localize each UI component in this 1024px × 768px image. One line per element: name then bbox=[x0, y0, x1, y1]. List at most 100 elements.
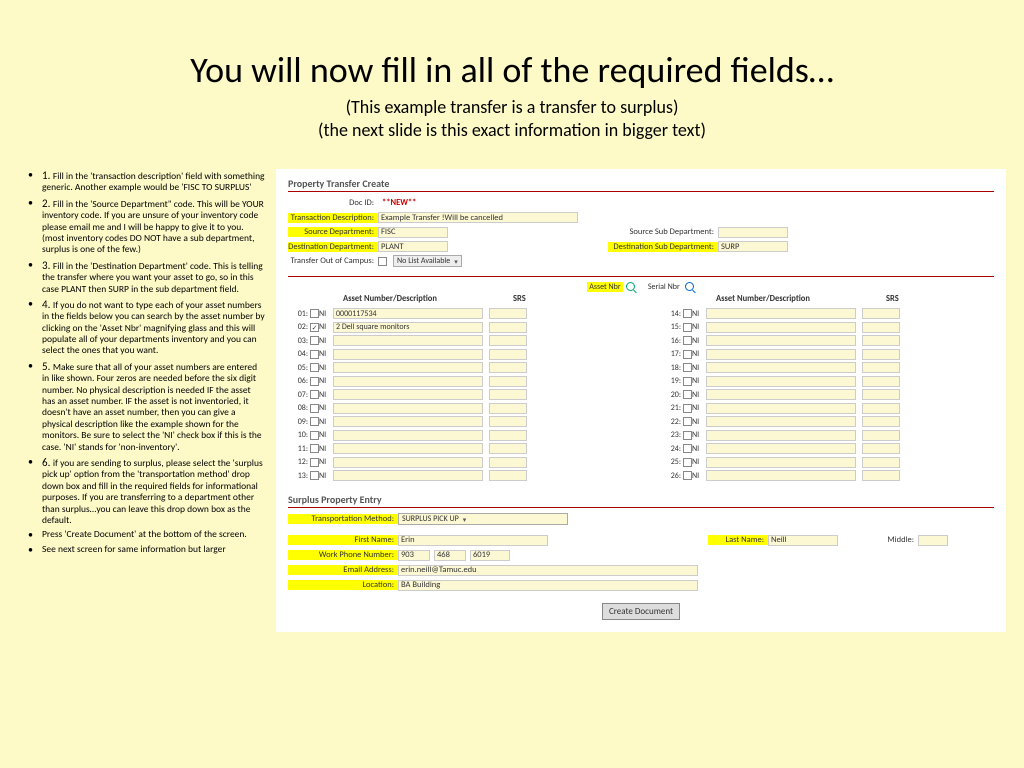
ni-checkbox[interactable] bbox=[310, 404, 319, 413]
ni-checkbox[interactable] bbox=[683, 444, 692, 453]
row-number: 04: bbox=[288, 349, 310, 359]
asset-input[interactable] bbox=[706, 416, 856, 427]
srs-input[interactable] bbox=[862, 416, 900, 427]
asset-input[interactable] bbox=[333, 389, 483, 400]
srs-input[interactable] bbox=[489, 322, 527, 333]
ni-checkbox[interactable] bbox=[310, 363, 319, 372]
srs-input[interactable] bbox=[489, 362, 527, 373]
create-document-button[interactable]: Create Document bbox=[602, 603, 680, 620]
srs-input[interactable] bbox=[862, 470, 900, 481]
asset-input[interactable] bbox=[333, 416, 483, 427]
srs-input[interactable] bbox=[862, 376, 900, 387]
srs-input[interactable] bbox=[862, 430, 900, 441]
phone-prefix-input[interactable]: 468 bbox=[434, 550, 466, 561]
ni-checkbox[interactable] bbox=[683, 323, 692, 332]
asset-input[interactable]: 2 Dell square monitors bbox=[333, 322, 483, 333]
srs-input[interactable] bbox=[862, 335, 900, 346]
srs-input[interactable] bbox=[489, 389, 527, 400]
srs-input[interactable] bbox=[489, 349, 527, 360]
phone-line-input[interactable]: 6019 bbox=[470, 550, 510, 561]
ni-checkbox[interactable] bbox=[683, 417, 692, 426]
ni-checkbox[interactable] bbox=[683, 336, 692, 345]
email-input[interactable]: erin.neill@Tamuc.edu bbox=[398, 565, 698, 576]
transfer-out-checkbox[interactable] bbox=[378, 257, 387, 266]
asset-input[interactable] bbox=[706, 362, 856, 373]
ni-checkbox[interactable] bbox=[683, 431, 692, 440]
ni-checkbox[interactable] bbox=[683, 309, 692, 318]
asset-input[interactable] bbox=[333, 362, 483, 373]
ni-checkbox[interactable] bbox=[683, 471, 692, 480]
asset-input[interactable] bbox=[333, 443, 483, 454]
location-input[interactable]: BA Building bbox=[398, 580, 698, 591]
asset-input[interactable] bbox=[706, 376, 856, 387]
search-icon[interactable] bbox=[626, 282, 635, 291]
asset-input[interactable] bbox=[333, 349, 483, 360]
ni-checkbox[interactable] bbox=[310, 377, 319, 386]
ni-checkbox[interactable] bbox=[683, 390, 692, 399]
asset-input[interactable] bbox=[706, 335, 856, 346]
srs-input[interactable] bbox=[489, 443, 527, 454]
asset-input[interactable] bbox=[333, 376, 483, 387]
last-name-input[interactable]: Neill bbox=[768, 535, 838, 546]
srs-input[interactable] bbox=[489, 403, 527, 414]
trans-desc-input[interactable]: Example Transfer !Will be cancelled bbox=[378, 212, 578, 223]
ni-checkbox[interactable] bbox=[310, 336, 319, 345]
ni-checkbox[interactable] bbox=[310, 431, 319, 440]
ni-checkbox[interactable] bbox=[683, 377, 692, 386]
srs-input[interactable] bbox=[489, 430, 527, 441]
srs-input[interactable] bbox=[862, 322, 900, 333]
ni-checkbox[interactable] bbox=[310, 350, 319, 359]
middle-input[interactable] bbox=[918, 535, 948, 546]
asset-input[interactable] bbox=[706, 443, 856, 454]
asset-input[interactable]: 0000117534 bbox=[333, 308, 483, 319]
ni-checkbox[interactable] bbox=[310, 471, 319, 480]
asset-input[interactable] bbox=[706, 322, 856, 333]
ni-checkbox[interactable]: ✓ bbox=[310, 323, 319, 332]
ni-checkbox[interactable] bbox=[310, 444, 319, 453]
srs-input[interactable] bbox=[862, 308, 900, 319]
asset-input[interactable] bbox=[706, 308, 856, 319]
srs-input[interactable] bbox=[862, 443, 900, 454]
transport-select[interactable]: SURPLUS PICK UP bbox=[398, 513, 568, 525]
srs-input[interactable] bbox=[489, 416, 527, 427]
dest-dept-input[interactable]: PLANT bbox=[378, 241, 448, 252]
srs-input[interactable] bbox=[489, 470, 527, 481]
ni-checkbox[interactable] bbox=[310, 417, 319, 426]
ni-checkbox[interactable] bbox=[310, 390, 319, 399]
srs-input[interactable] bbox=[862, 457, 900, 468]
srs-input[interactable] bbox=[862, 349, 900, 360]
asset-input[interactable] bbox=[706, 349, 856, 360]
ni-checkbox[interactable] bbox=[683, 350, 692, 359]
asset-input[interactable] bbox=[333, 430, 483, 441]
asset-input[interactable] bbox=[706, 470, 856, 481]
asset-input[interactable] bbox=[333, 403, 483, 414]
asset-nbr-button[interactable]: Asset Nbr bbox=[587, 282, 622, 292]
asset-input[interactable] bbox=[706, 403, 856, 414]
asset-input[interactable] bbox=[706, 457, 856, 468]
first-name-input[interactable]: Erin bbox=[398, 535, 548, 546]
src-sub-input[interactable] bbox=[718, 227, 788, 238]
srs-input[interactable] bbox=[489, 308, 527, 319]
srs-input[interactable] bbox=[489, 457, 527, 468]
asset-input[interactable] bbox=[333, 457, 483, 468]
srs-input[interactable] bbox=[862, 403, 900, 414]
src-dept-input[interactable]: FISC bbox=[378, 227, 448, 238]
phone-area-input[interactable]: 903 bbox=[398, 550, 430, 561]
ni-checkbox[interactable] bbox=[310, 309, 319, 318]
srs-input[interactable] bbox=[489, 376, 527, 387]
srs-input[interactable] bbox=[862, 362, 900, 373]
srs-input[interactable] bbox=[489, 335, 527, 346]
transfer-out-select[interactable]: No List Available bbox=[393, 255, 462, 267]
asset-input[interactable] bbox=[333, 470, 483, 481]
asset-input[interactable] bbox=[706, 389, 856, 400]
asset-input[interactable] bbox=[706, 430, 856, 441]
ni-checkbox[interactable] bbox=[683, 363, 692, 372]
ni-checkbox[interactable] bbox=[683, 458, 692, 467]
asset-input[interactable] bbox=[333, 335, 483, 346]
dest-sub-input[interactable]: SURP bbox=[718, 241, 788, 252]
ni-checkbox[interactable] bbox=[310, 458, 319, 467]
serial-nbr-button[interactable]: Serial Nbr bbox=[646, 282, 682, 292]
search-icon[interactable] bbox=[685, 282, 694, 291]
srs-input[interactable] bbox=[862, 389, 900, 400]
ni-checkbox[interactable] bbox=[683, 404, 692, 413]
